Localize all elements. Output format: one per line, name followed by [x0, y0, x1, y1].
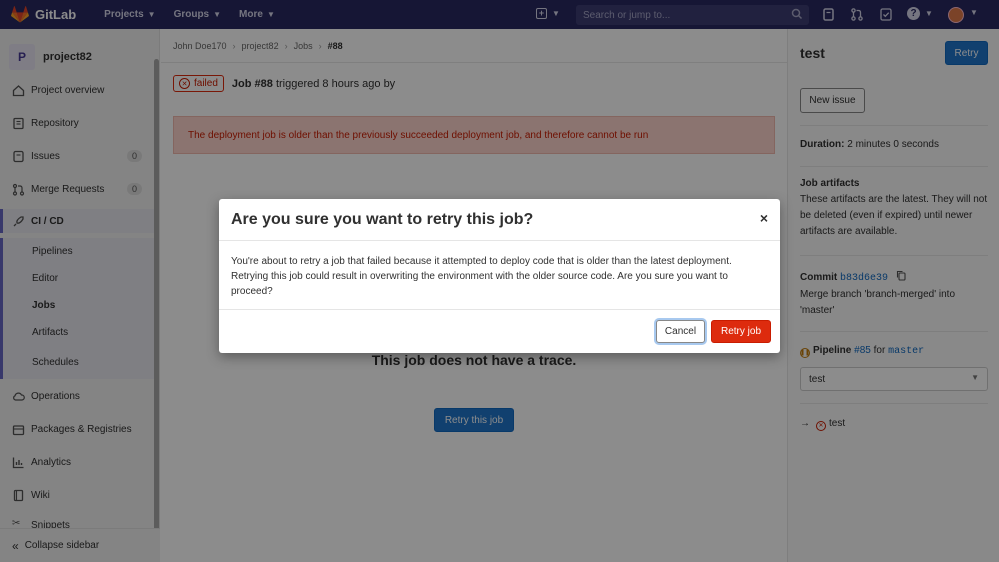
modal-title: Are you sure you want to retry this job?	[231, 210, 534, 228]
cancel-button[interactable]: Cancel	[656, 320, 705, 343]
modal-footer: Cancel Retry job	[219, 310, 780, 352]
modal-message: You're about to retry a job that failed …	[231, 256, 732, 297]
modal-body: You're about to retry a job that failed …	[219, 241, 780, 310]
retry-job-button[interactable]: Retry job	[711, 320, 771, 343]
modal-header: Are you sure you want to retry this job?…	[219, 199, 780, 241]
close-icon[interactable]: ×	[760, 210, 768, 226]
retry-confirmation-modal: Are you sure you want to retry this job?…	[219, 199, 780, 353]
